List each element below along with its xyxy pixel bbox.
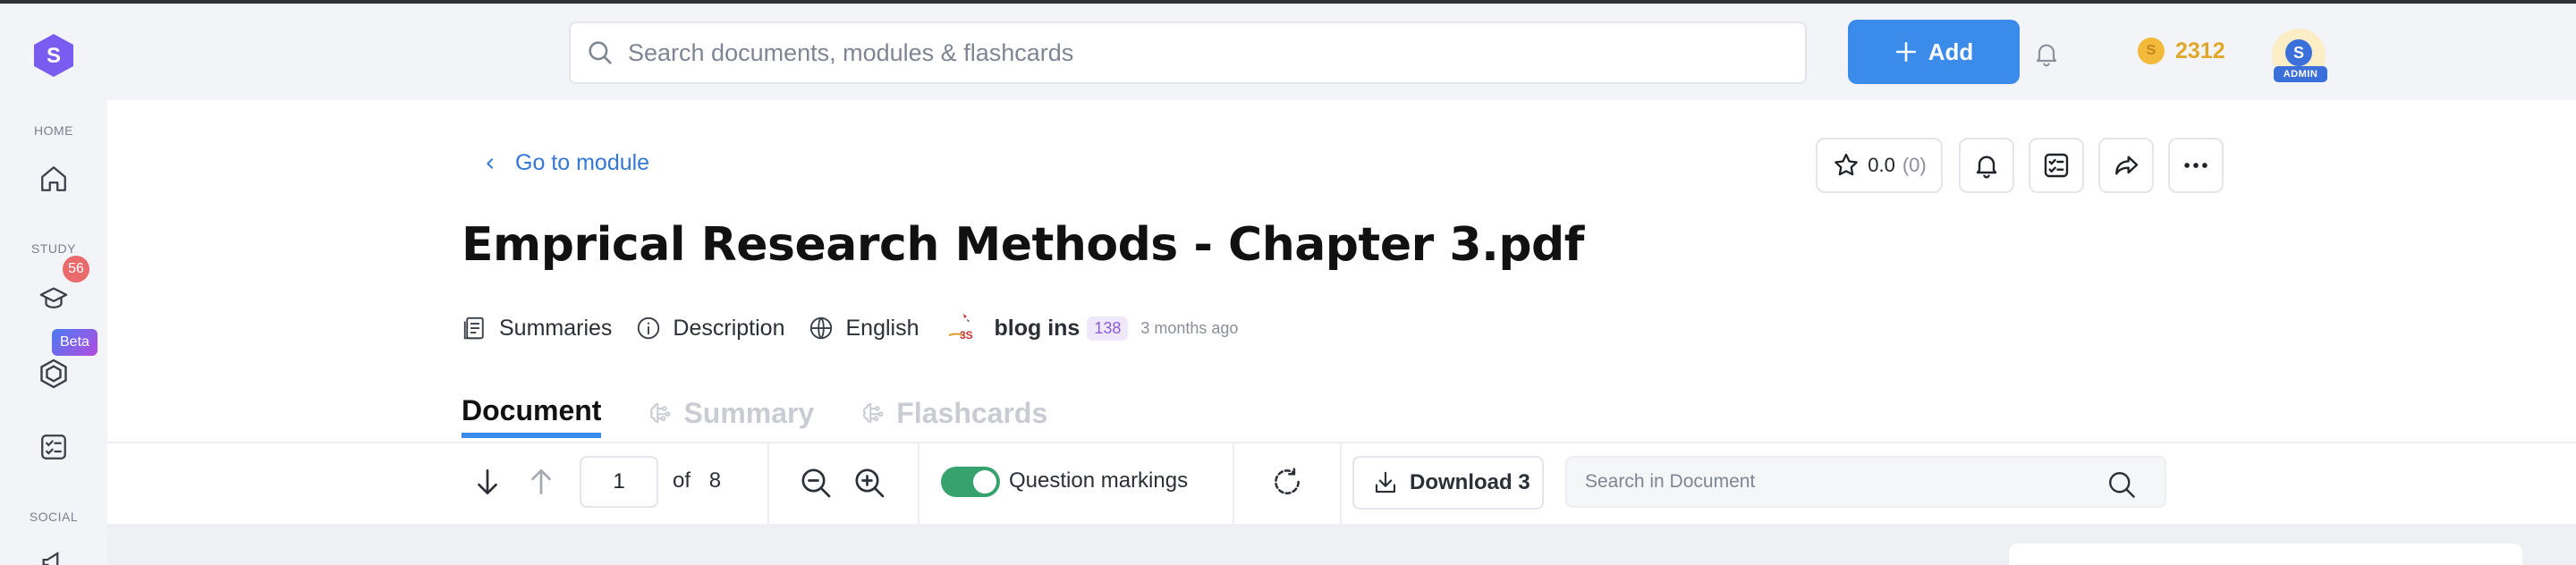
question-markings-toggle[interactable]: [941, 467, 1000, 497]
checklist-icon[interactable]: [34, 427, 73, 467]
tab-summary[interactable]: Summary: [648, 388, 814, 438]
notifications-bell-icon[interactable]: [2032, 39, 2061, 72]
upload-time: 3 months ago: [1140, 318, 1239, 337]
share-arrow-icon: [2115, 156, 2139, 175]
description-link[interactable]: Description: [635, 315, 784, 342]
rating-value: 0.0: [1868, 154, 1895, 176]
share-button[interactable]: [2098, 138, 2154, 193]
app-logo[interactable]: S: [32, 32, 75, 79]
add-button[interactable]: Add: [1848, 20, 2020, 84]
document-search-input[interactable]: Search in Document: [1565, 456, 2166, 508]
hexagon-icon[interactable]: [34, 354, 73, 393]
language-indicator: English: [808, 315, 919, 342]
download-icon: [1375, 471, 1396, 493]
tab-document-label: Document: [462, 393, 602, 426]
author-score-badge: 138: [1087, 316, 1129, 341]
page-number-input[interactable]: 1: [580, 456, 658, 508]
author-avatar: 3S: [942, 308, 982, 348]
study-notification-badge: 56: [63, 256, 89, 282]
rating-button[interactable]: 0.0 (0): [1816, 138, 1943, 193]
megaphone-icon[interactable]: [34, 544, 73, 565]
global-search-input[interactable]: Search documents, modules & flashcards: [569, 21, 1807, 84]
brain-ai-icon: [863, 402, 884, 424]
plus-icon: [1895, 41, 1916, 63]
coin-balance[interactable]: S 2312: [2138, 38, 2225, 64]
tab-summary-label: Summary: [683, 396, 815, 429]
user-avatar[interactable]: S ADMIN: [2272, 29, 2329, 86]
question-markings-label: Question markings: [1009, 468, 1189, 493]
ellipsis-icon: [2184, 163, 2207, 168]
author-name: blog ins: [994, 315, 1080, 341]
star-icon: [1835, 153, 1859, 176]
global-search-placeholder: Search documents, modules & flashcards: [628, 38, 1074, 66]
download-label: Download 3: [1410, 470, 1530, 494]
add-button-label: Add: [1928, 38, 1974, 65]
globe-icon: [810, 316, 833, 340]
sidebar: S HOME STUDY 56 Beta SOCIAL: [0, 4, 107, 565]
zoom-out-icon[interactable]: [798, 465, 834, 505]
coin-count: 2312: [2175, 38, 2225, 63]
brain-ai-icon: [650, 402, 671, 424]
document-title: Emprical Research Methods - Chapter 3.pd…: [462, 218, 1584, 272]
admin-role-tag: ADMIN: [2274, 66, 2327, 82]
description-label: Description: [673, 315, 785, 341]
go-to-module-link[interactable]: Go to module: [483, 150, 649, 176]
summaries-link[interactable]: Summaries: [462, 315, 612, 342]
toolbar-separator: [1340, 443, 1342, 524]
refresh-icon[interactable]: [1270, 465, 1304, 503]
follow-bell-button[interactable]: [1959, 138, 2014, 193]
search-icon: [585, 38, 615, 74]
download-button[interactable]: Download 3: [1352, 456, 1544, 510]
side-panel-card: [2009, 544, 2522, 565]
rating-count: (0): [1902, 154, 1927, 176]
avatar-letter: S: [2285, 39, 2312, 66]
author-link[interactable]: 3S blog ins: [942, 308, 1080, 348]
sidebar-heading-social: SOCIAL: [29, 510, 79, 524]
page-count: of 8: [673, 468, 721, 493]
sidebar-heading-home: HOME: [34, 123, 73, 138]
tab-flashcards[interactable]: Flashcards: [860, 388, 1047, 438]
document-search-placeholder: Search in Document: [1585, 471, 1756, 492]
chevron-left-icon: [487, 157, 493, 169]
beta-badge: Beta: [52, 329, 97, 356]
bell-icon: [1976, 156, 1997, 179]
svg-text:3S: 3S: [960, 329, 973, 342]
document-icon: [463, 316, 484, 340]
checklist-icon: [2044, 153, 2069, 178]
summaries-label: Summaries: [499, 315, 613, 341]
page-of-label: of: [673, 468, 691, 493]
coin-icon: S: [2138, 38, 2165, 64]
document-meta-row: Summaries Description English 3S blog in…: [462, 308, 1239, 348]
sidebar-heading-study: STUDY: [31, 241, 76, 256]
zoom-in-icon[interactable]: [852, 465, 887, 505]
toolbar-divider: [107, 442, 2576, 443]
tab-document[interactable]: Document: [462, 388, 602, 438]
document-tabs: Document Summary Flashcards: [462, 388, 1047, 442]
language-label: English: [845, 315, 919, 341]
info-icon: [638, 316, 660, 340]
tab-flashcards-label: Flashcards: [896, 396, 1048, 429]
toolbar-separator: [918, 443, 919, 524]
top-header: Search documents, modules & flashcards A…: [107, 4, 2576, 100]
logo-letter: S: [47, 44, 61, 68]
home-icon[interactable]: [34, 159, 73, 198]
toolbar-separator: [767, 443, 769, 524]
go-to-module-label: Go to module: [515, 150, 650, 175]
search-icon[interactable]: [2106, 468, 2138, 506]
previous-page-arrow-icon[interactable]: [524, 465, 558, 503]
next-page-arrow-icon[interactable]: [470, 465, 504, 503]
page-total: 8: [708, 468, 722, 493]
toolbar-separator: [1233, 443, 1234, 524]
add-to-studylist-button[interactable]: [2029, 138, 2084, 193]
graduation-cap-icon[interactable]: [34, 279, 73, 318]
more-options-button[interactable]: [2168, 138, 2224, 193]
